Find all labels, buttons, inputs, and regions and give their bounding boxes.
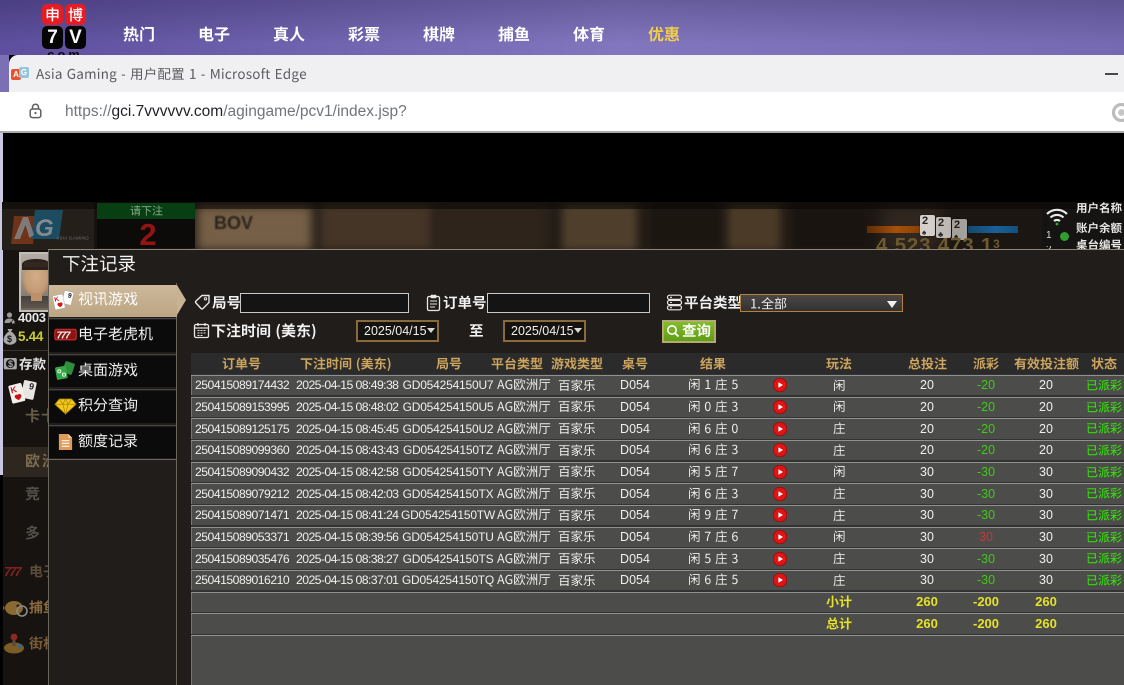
svg-text:G: G: [35, 215, 54, 242]
svg-text:777: 777: [4, 564, 22, 578]
svg-text:ASIA GAMING: ASIA GAMING: [55, 236, 89, 241]
svg-text:$: $: [7, 334, 12, 344]
svg-text:$: $: [8, 359, 13, 369]
